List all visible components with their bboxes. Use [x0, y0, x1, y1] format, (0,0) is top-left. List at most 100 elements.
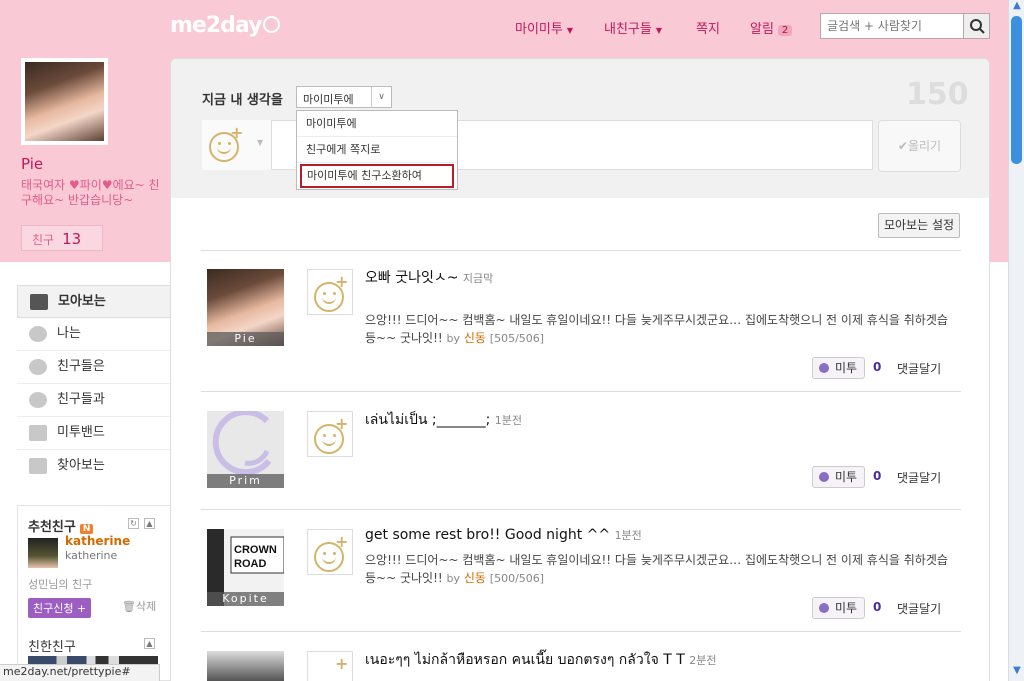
post-author[interactable]: 신동: [464, 331, 486, 345]
plus-icon: +: [335, 532, 349, 551]
sidebar-item-label: 친구들은: [57, 359, 105, 374]
post-title[interactable]: เล่นไม่เป็น ;_______; 1분전: [365, 409, 522, 431]
friend-count-box[interactable]: 친구 13: [21, 225, 103, 251]
nav-label: 마이미투: [515, 22, 563, 37]
metoo-count[interactable]: 0: [873, 600, 881, 614]
post-time: 1분전: [494, 414, 523, 427]
metoo-count[interactable]: 0: [873, 469, 881, 483]
nav-alerts[interactable]: 알림 2: [750, 18, 793, 37]
sidebar-item-with-friends[interactable]: 친구들과: [17, 384, 171, 417]
road-sign-image: CROWN ROAD: [230, 536, 285, 574]
post-button[interactable]: ✔올리기: [878, 120, 961, 172]
metoo-button[interactable]: 미투: [812, 466, 865, 488]
avatar-label: Prim: [207, 474, 284, 488]
nav-mymetoo[interactable]: 마이미투 ▼: [515, 18, 573, 37]
band-icon: [29, 425, 47, 441]
metoo-button[interactable]: 미투: [812, 357, 865, 379]
post-title-text: get some rest bro!! Good night ^^: [365, 527, 611, 543]
nav-label: 내친구들: [604, 22, 652, 37]
profile-description: 태국여자 ♥파이♥에요~ 친구해요~ 반갑습니당~: [21, 178, 160, 207]
sidebar-item-friends-are[interactable]: 친구들은: [17, 351, 171, 384]
sidebar-item-collection[interactable]: 모아보는: [17, 285, 171, 318]
logo-text: me2day: [170, 13, 262, 38]
search-input[interactable]: [821, 14, 964, 38]
plus-icon: +: [335, 414, 349, 433]
default-avatar-icon: [212, 409, 272, 476]
sidebar-item-band[interactable]: 미투밴드: [17, 417, 171, 450]
nav-messages[interactable]: 쪽지: [696, 18, 720, 37]
post-emotion: +: [307, 651, 353, 681]
divider: [201, 631, 961, 632]
post-emotion: +: [307, 411, 353, 457]
target-select[interactable]: 마이미투에 ∨: [296, 86, 392, 108]
scrollbar[interactable]: ▲ ▼: [1008, 0, 1024, 681]
dropdown-option[interactable]: 친구에게 쪽지로: [297, 137, 457, 163]
reply-link[interactable]: 댓글달기: [897, 360, 941, 377]
profile-name[interactable]: Pie: [21, 155, 43, 173]
post-title[interactable]: 오빠 굿나잇ㅅ~ 지금막: [365, 267, 493, 287]
recommended-user-avatar[interactable]: [28, 538, 58, 568]
delete-recommendation-link[interactable]: 🗑삭제: [122, 598, 156, 614]
scrollbar-thumb[interactable]: [1011, 16, 1022, 164]
dropdown-option[interactable]: 마이미투에: [297, 111, 457, 137]
profile-photo-image: [25, 62, 104, 141]
svg-text:CROWN: CROWN: [234, 544, 277, 556]
metoo-count[interactable]: 0: [873, 360, 881, 374]
scroll-up-arrow-icon[interactable]: ▲: [1009, 0, 1024, 16]
post-author[interactable]: 신동: [464, 571, 486, 585]
add-friend-button[interactable]: 친구신청 +: [28, 598, 92, 618]
post-by: by: [446, 572, 461, 585]
search-button[interactable]: [963, 14, 989, 38]
metoo-button[interactable]: 미투: [812, 597, 865, 619]
sidebar-nav: 모아보는 나는 친구들은 친구들과 미투밴드 찾아보는: [17, 285, 171, 483]
reply-link[interactable]: 댓글달기: [897, 469, 941, 486]
collapse-icon[interactable]: ▲: [144, 518, 155, 529]
nav-label: 알림: [750, 22, 774, 37]
dropdown-option-highlighted[interactable]: 마이미투에 친구소환하여: [300, 164, 454, 188]
caret-down-icon[interactable]: ▼: [257, 138, 263, 147]
post-time: 2분전: [689, 654, 717, 667]
divider: [201, 509, 961, 510]
target-select-value: 마이미투에: [303, 93, 354, 106]
post-avatar[interactable]: Pie: [207, 269, 284, 346]
caret-down-icon: ▼: [655, 26, 662, 35]
sidebar-item-search[interactable]: 찾아보는: [17, 450, 171, 483]
nav-myfriends[interactable]: 내친구들 ▼: [604, 18, 662, 37]
sidebar-item-label: 찾아보는: [57, 458, 105, 473]
sidebar-item-label: 친구들과: [57, 392, 105, 407]
friends-bubble-icon: [29, 359, 47, 375]
post-title[interactable]: เนอะๆๆ ไม่กล้าหือหรอก คนเนี๊ย บอกตรงๆ กล…: [365, 649, 716, 671]
caret-down-icon: ▼: [566, 26, 573, 35]
scroll-down-arrow-icon[interactable]: ▼: [1009, 665, 1024, 681]
post-title[interactable]: get some rest bro!! Good night ^^ 1분전: [365, 527, 642, 543]
post-emotion: +: [307, 529, 353, 575]
alert-count-badge: 2: [777, 25, 793, 36]
post-button-label: 올리기: [907, 139, 942, 153]
avatar-label: Kopite: [207, 592, 284, 606]
check-icon: ✔: [897, 139, 908, 153]
recommended-user-id: katherine: [65, 549, 118, 562]
sidebar-item-label: 미투밴드: [57, 425, 105, 440]
target-dropdown: 마이미투에 친구에게 쪽지로 마이미투에 친구소환하여: [296, 110, 458, 190]
sidebar-item-label: 모아보는: [58, 294, 106, 309]
nav-label: 쪽지: [696, 22, 720, 37]
recommended-user-name[interactable]: katherine: [65, 534, 130, 548]
profile-photo[interactable]: [21, 58, 108, 145]
reply-link[interactable]: 댓글달기: [897, 600, 941, 617]
feed-panel: [170, 198, 990, 681]
post-avatar[interactable]: CROWN ROAD Kopite: [207, 529, 285, 606]
logo[interactable]: me2day: [170, 13, 281, 38]
post-avatar[interactable]: Prim: [207, 409, 284, 488]
feed-settings-button[interactable]: 모아보는 설정: [878, 213, 960, 238]
delete-label: 삭제: [135, 600, 157, 613]
sidebar-item-me[interactable]: 나는: [17, 318, 171, 351]
recommended-friends-panel: 추천친구 N ↻ ▲ katherine katherine 성민님의 친구 친구…: [17, 505, 171, 681]
composer-label: 지금 내 생각을: [202, 93, 283, 108]
collapse-icon[interactable]: ▲: [144, 638, 155, 649]
refresh-icon[interactable]: ↻: [128, 518, 139, 529]
post-avatar[interactable]: [207, 651, 284, 681]
browser-status-bar: me2day.net/prettypie#: [0, 664, 160, 681]
post-time: 지금막: [462, 272, 494, 285]
star-icon: [29, 458, 47, 474]
post-body: 으앙!!! 드디어~~ 컴백홈~ 내일도 휴일이네요!! 다들 늦게주무시겠군요…: [365, 311, 955, 348]
